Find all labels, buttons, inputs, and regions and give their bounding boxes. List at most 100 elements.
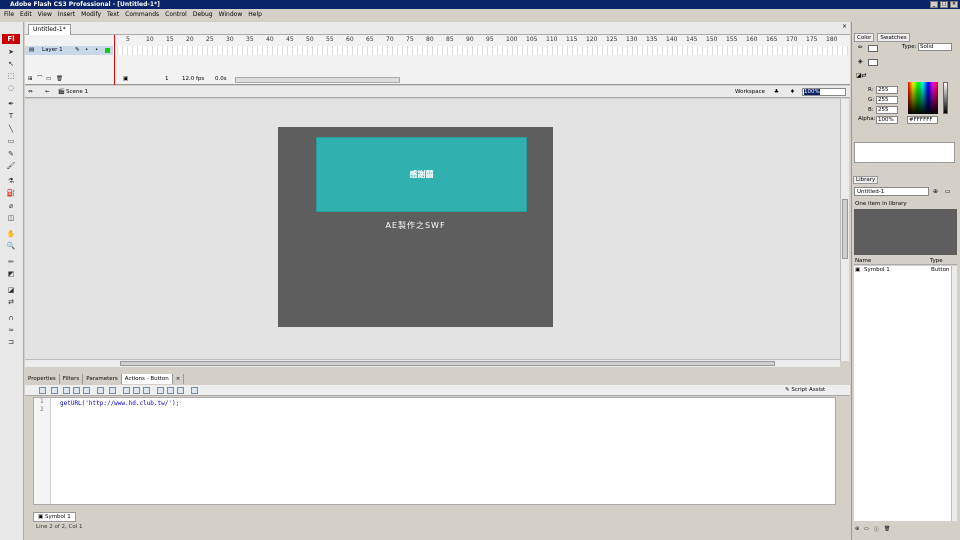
collapse-selection-icon[interactable] xyxy=(133,387,140,394)
eyedropper-tool-icon[interactable]: ⌀ xyxy=(5,202,17,211)
paint-bucket-tool-icon[interactable]: ⛽ xyxy=(5,189,17,198)
edit-symbols-icon[interactable]: ♣ xyxy=(774,86,779,98)
add-action-icon[interactable] xyxy=(39,387,46,394)
tab-filters[interactable]: Filters xyxy=(60,374,84,384)
menu-control[interactable]: Control xyxy=(165,9,187,20)
rectangle-tool-icon[interactable]: ▭ xyxy=(5,137,17,146)
menu-text[interactable]: Text xyxy=(107,9,119,20)
lock-dot-icon[interactable]: • xyxy=(95,46,98,55)
menu-window[interactable]: Window xyxy=(219,9,243,20)
ink-bottle-tool-icon[interactable]: ⚗ xyxy=(5,177,17,186)
new-folder-icon[interactable]: ▭ xyxy=(864,526,869,532)
symbol-tab[interactable]: ▣ Symbol 1 xyxy=(33,512,76,522)
swap-colors-icon[interactable]: ⇄ xyxy=(5,298,17,307)
check-syntax-icon[interactable] xyxy=(73,387,80,394)
menu-view[interactable]: View xyxy=(38,9,52,20)
type-select[interactable]: Solid xyxy=(918,43,952,51)
timeline-ruler[interactable]: 5 10 15 20 25 30 35 40 45 50 55 60 65 70 75 80 85 90 95 100… xyxy=(113,35,848,45)
library-col-name[interactable]: Name xyxy=(855,257,871,265)
text-tool-icon[interactable]: T xyxy=(5,112,17,121)
apply-line-comment-icon[interactable] xyxy=(167,387,174,394)
fill-color-icon[interactable]: ◩ xyxy=(5,270,17,279)
workspace-menu[interactable]: Workspace xyxy=(735,86,765,98)
properties-icon[interactable]: ⓘ xyxy=(874,526,879,533)
stage-button-symbol[interactable]: 感謝囍 xyxy=(316,137,527,212)
line-tool-icon[interactable]: ╲ xyxy=(5,125,17,134)
library-item[interactable]: ▣ Symbol 1 Button xyxy=(854,266,951,275)
r-input[interactable]: 255 xyxy=(876,86,898,94)
menu-commands[interactable]: Commands xyxy=(125,9,159,20)
onion-skin-icon[interactable]: ▣ xyxy=(123,75,128,84)
eraser-tool-icon[interactable]: ◫ xyxy=(5,214,17,223)
pencil-tool-icon[interactable]: ✎ xyxy=(5,150,17,159)
stage-vertical-scrollbar[interactable] xyxy=(840,99,849,361)
add-guide-icon[interactable]: ⌒ xyxy=(37,75,43,84)
straighten-icon[interactable]: ⊐ xyxy=(5,338,17,347)
fill-swatch[interactable] xyxy=(868,59,878,66)
color-spectrum[interactable] xyxy=(908,82,938,114)
outline-color-icon[interactable] xyxy=(105,48,110,53)
new-library-panel-icon[interactable]: ▭ xyxy=(945,188,951,195)
delete-layer-icon[interactable]: 🗑 xyxy=(56,75,63,84)
visibility-dot-icon[interactable]: • xyxy=(85,46,88,55)
add-folder-icon[interactable]: ▭ xyxy=(46,75,51,84)
frame-grid[interactable] xyxy=(113,46,848,55)
lasso-tool-icon[interactable]: ◌ xyxy=(5,84,17,93)
apply-block-comment-icon[interactable] xyxy=(157,387,164,394)
subselection-tool-icon[interactable]: ↖ xyxy=(5,60,17,69)
menu-help[interactable]: Help xyxy=(248,9,262,20)
free-transform-tool-icon[interactable]: ⬚ xyxy=(5,72,17,81)
black-white-icon[interactable]: ◪ xyxy=(5,286,17,295)
library-col-type[interactable]: Type xyxy=(930,257,943,265)
scene-name[interactable]: Scene 1 xyxy=(66,86,88,98)
script-assist-button[interactable]: ✎ Script Assist xyxy=(785,386,825,395)
maximize-button[interactable]: □ xyxy=(940,1,948,8)
auto-format-icon[interactable] xyxy=(83,387,90,394)
stroke-pencil-icon[interactable]: ✏ xyxy=(858,44,863,51)
snap-to-objects-icon[interactable]: ∩ xyxy=(5,314,17,323)
selection-tool-icon[interactable]: ➤ xyxy=(5,48,17,57)
menu-modify[interactable]: Modify xyxy=(81,9,101,20)
b-input[interactable]: 255 xyxy=(876,106,898,114)
expand-all-icon[interactable] xyxy=(143,387,150,394)
delete-icon[interactable]: 🗑 xyxy=(884,526,890,532)
horizontal-scroll-thumb[interactable] xyxy=(120,361,775,366)
menu-file[interactable]: File xyxy=(4,9,14,20)
timeline-scrollbar[interactable] xyxy=(235,77,400,83)
tab-library[interactable]: Library xyxy=(853,176,879,184)
stroke-color-icon[interactable]: ✏ xyxy=(5,258,17,267)
tab-properties[interactable]: Properties xyxy=(25,374,60,384)
stroke-swatch[interactable] xyxy=(868,45,878,52)
vertical-scroll-thumb[interactable] xyxy=(842,199,848,259)
zoom-tool-icon[interactable]: 🔍 xyxy=(5,242,17,251)
close-button[interactable]: × xyxy=(950,1,958,8)
find-icon[interactable] xyxy=(51,387,58,394)
alpha-input[interactable]: 100% xyxy=(876,116,898,124)
library-scrollbar[interactable] xyxy=(951,266,957,521)
brightness-slider[interactable] xyxy=(943,82,948,114)
tab-parameters[interactable]: Parameters xyxy=(83,374,122,384)
layer-row[interactable]: Layer 1 ▤ ✎ • • xyxy=(25,46,113,55)
add-layer-icon[interactable]: ⊞ xyxy=(28,75,33,84)
hand-tool-icon[interactable]: ✋ xyxy=(5,230,17,239)
stage-toggle-icon[interactable]: ⇔ xyxy=(28,86,33,98)
tab-color[interactable]: Color xyxy=(854,33,875,42)
insert-target-path-icon[interactable] xyxy=(63,387,70,394)
tab-actions[interactable]: Actions - Button xyxy=(121,374,173,384)
back-arrow-icon[interactable]: ← xyxy=(45,86,50,98)
remove-comment-icon[interactable] xyxy=(177,387,184,394)
pen-tool-icon[interactable]: ✒ xyxy=(5,100,17,109)
g-input[interactable]: 255 xyxy=(876,96,898,104)
fill-bucket-icon[interactable]: ◈ xyxy=(858,58,863,65)
debug-options-icon[interactable] xyxy=(109,387,116,394)
menu-insert[interactable]: Insert xyxy=(58,9,75,20)
smooth-icon[interactable]: ≈ xyxy=(5,326,17,335)
swap-colors-small-icon[interactable]: ◪⇄ xyxy=(856,72,867,79)
collapse-braces-icon[interactable] xyxy=(123,387,130,394)
close-document-icon[interactable]: × xyxy=(842,23,847,30)
zoom-select[interactable]: 100% xyxy=(802,88,846,96)
tab-swatches[interactable]: Swatches xyxy=(877,33,910,42)
library-document-select[interactable]: Untitled-1 xyxy=(854,187,929,196)
pin-library-icon[interactable]: ⊕ xyxy=(933,188,938,195)
minimize-button[interactable]: _ xyxy=(930,1,938,8)
